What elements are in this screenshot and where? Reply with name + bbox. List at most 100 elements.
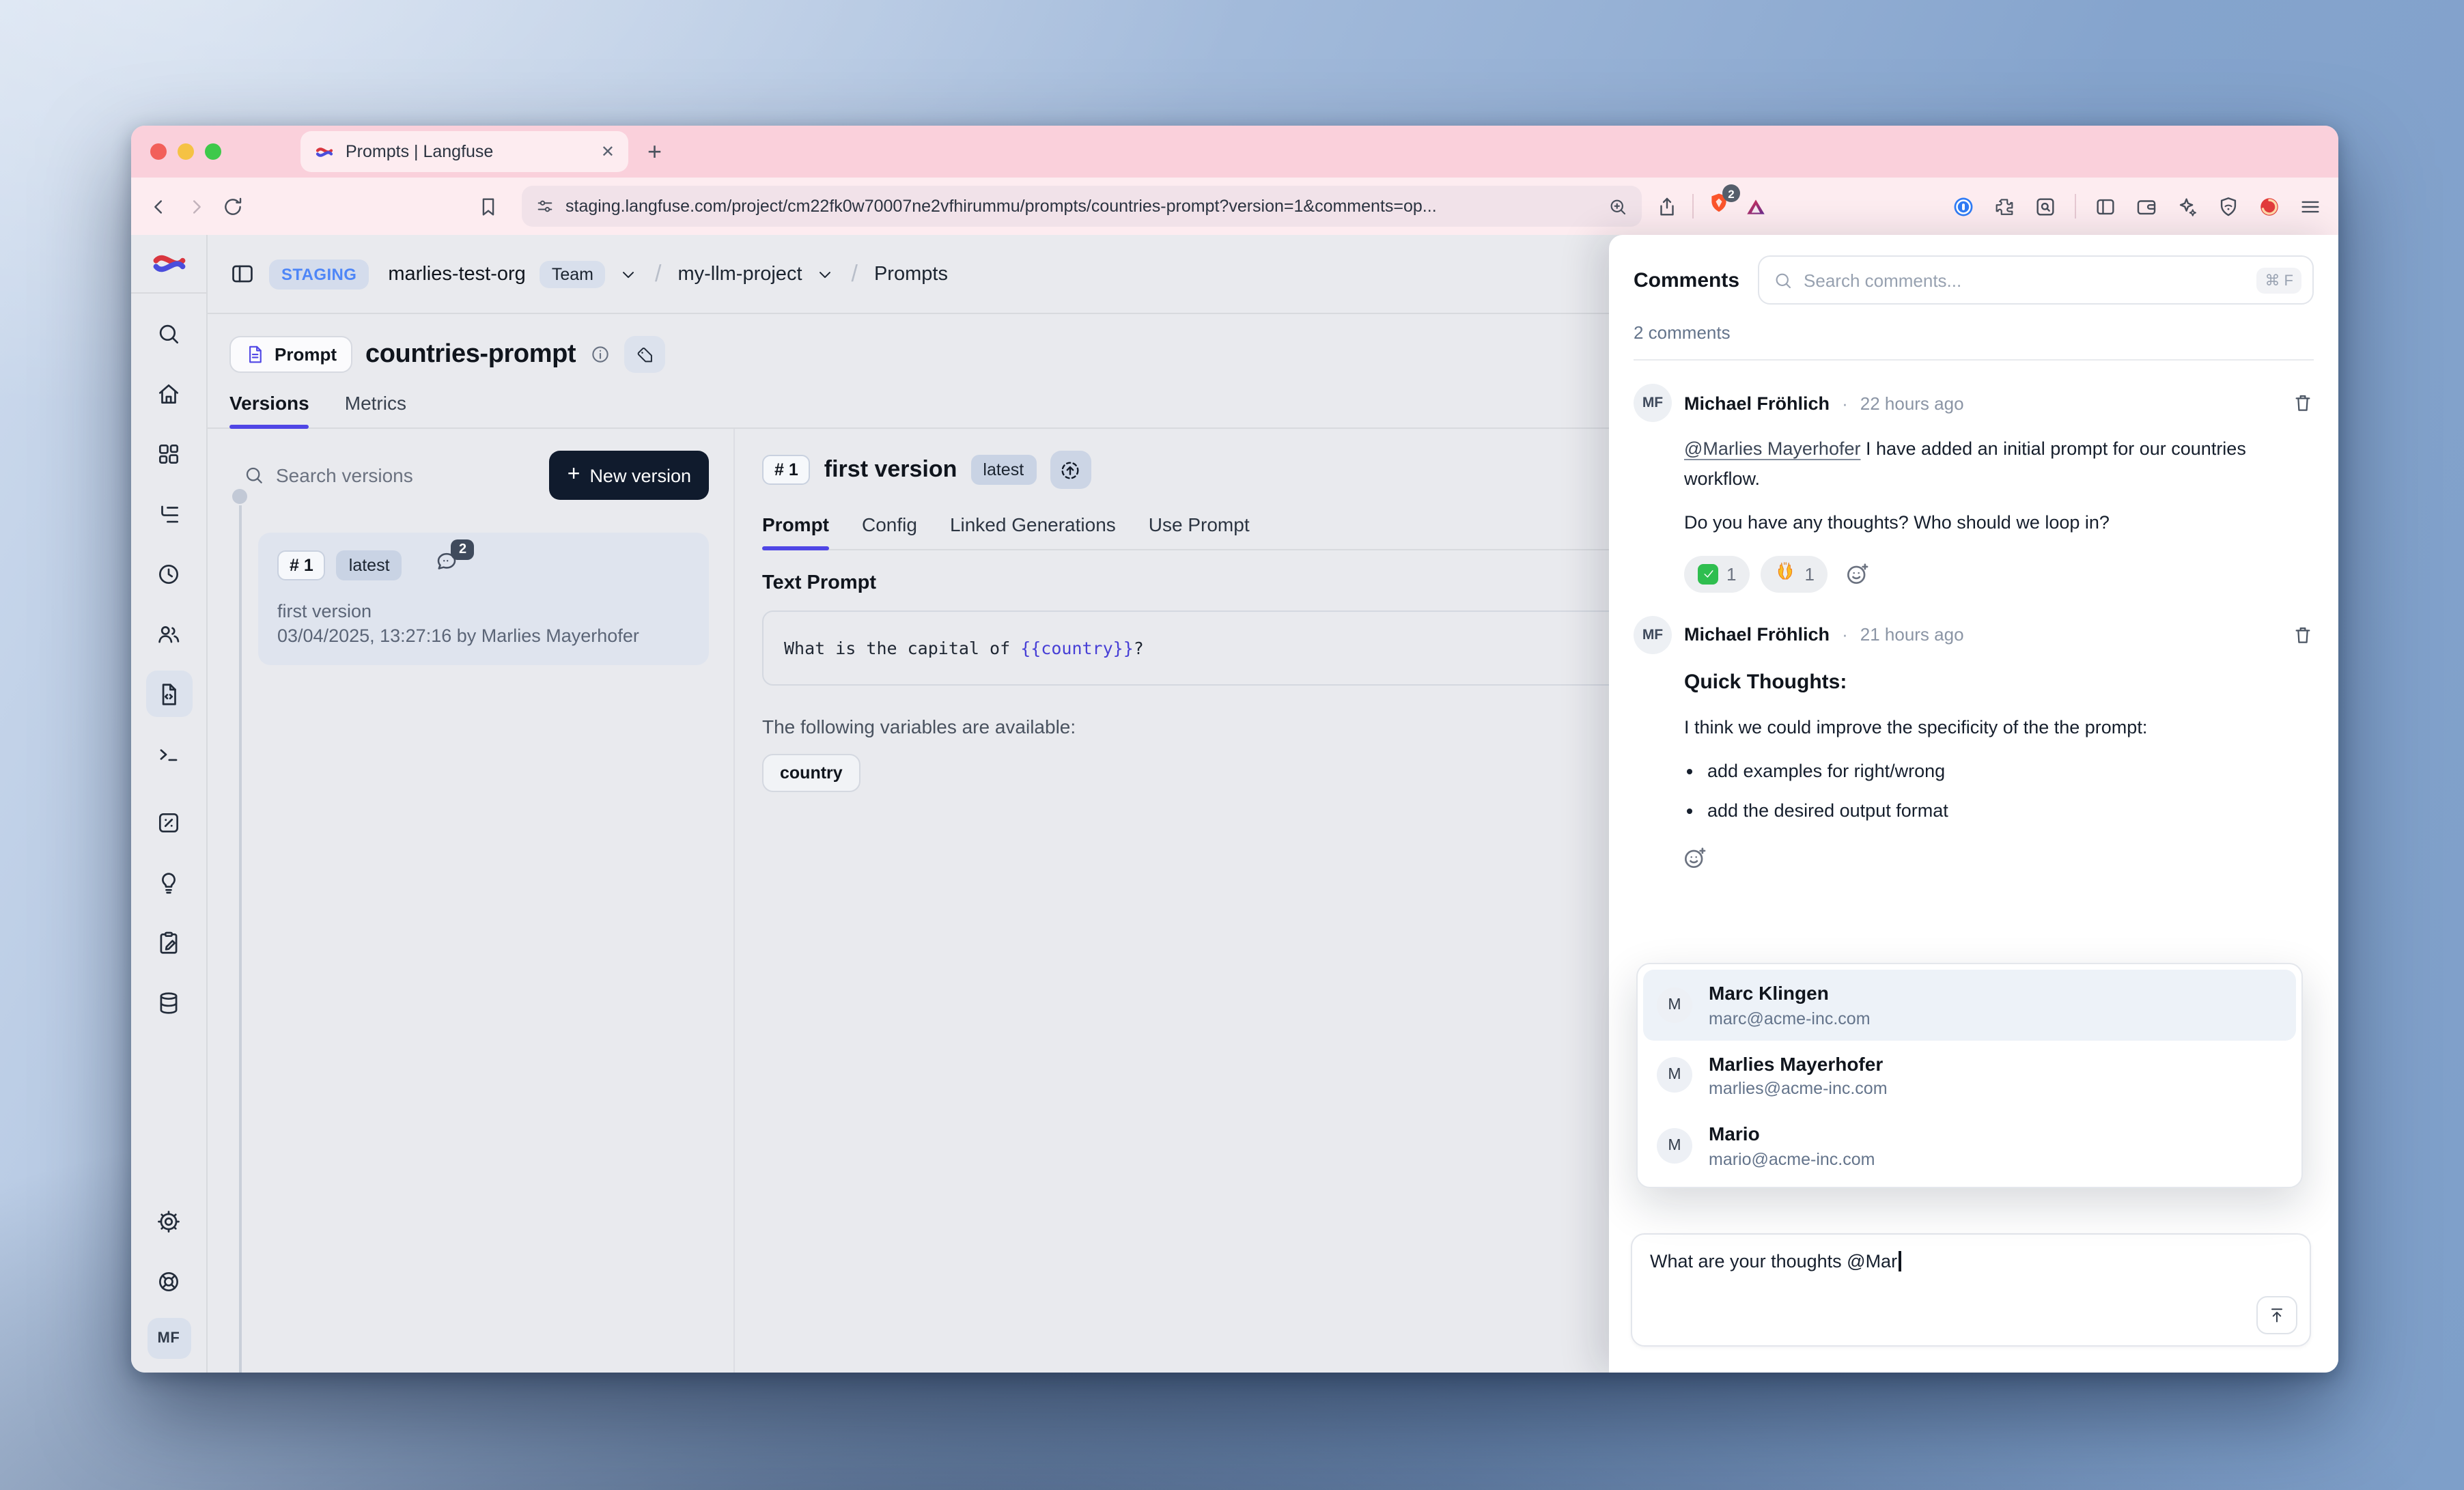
user-avatar[interactable]: MF	[147, 1318, 191, 1359]
chevron-down-icon[interactable]	[619, 264, 639, 283]
breadcrumb-org[interactable]: marlies-test-org	[388, 263, 525, 285]
langfuse-logo-icon[interactable]	[151, 246, 186, 281]
reaction-check[interactable]: 1	[1684, 555, 1750, 592]
url-bar[interactable]: staging.langfuse.com/project/cm22fk0w700…	[522, 186, 1642, 227]
zoom-page-icon[interactable]	[1608, 196, 1628, 216]
zoom-window-button[interactable]	[205, 143, 221, 160]
sidebar-item-annotation[interactable]	[145, 859, 192, 905]
delete-comment-icon[interactable]	[2292, 623, 2314, 645]
promote-dashed-circle-arrow-icon	[1059, 458, 1082, 481]
lightbulb-icon	[156, 869, 182, 895]
tags-button[interactable]	[624, 336, 664, 373]
mention-name: Marc Klingen	[1709, 982, 1871, 1006]
share-icon[interactable]	[1655, 195, 1679, 218]
bat-rewards-icon[interactable]	[1744, 195, 1767, 218]
sidebar-item-search[interactable]	[145, 310, 192, 356]
sidebar-item-users[interactable]	[145, 610, 192, 657]
tab-close-icon[interactable]: ✕	[601, 142, 615, 161]
chevron-down-icon[interactable]	[816, 264, 835, 283]
mention-email: marlies@acme-inc.com	[1709, 1079, 1888, 1098]
panel-left-toggle-icon[interactable]	[229, 261, 255, 287]
terminal-icon	[156, 741, 182, 767]
sidebar-item-database[interactable]	[145, 979, 192, 1026]
firefox-like-swirl-icon[interactable]	[2258, 195, 2281, 218]
comment-paragraph: I think we could improve the specificity…	[1684, 713, 2300, 743]
bookmark-icon[interactable]	[477, 195, 500, 218]
mention-name: Mario	[1709, 1123, 1875, 1147]
sidebar-item-tracing[interactable]	[145, 490, 192, 537]
new-version-button[interactable]: + New version	[550, 451, 709, 500]
delete-comment-icon[interactable]	[2292, 392, 2314, 414]
browser-tab-active[interactable]: Prompts | Langfuse ✕	[300, 131, 628, 172]
timeline-dot	[232, 489, 247, 504]
refresh-icon[interactable]	[221, 195, 244, 218]
search-tabs-icon[interactable]	[2034, 195, 2057, 218]
detail-tabs: Prompt Config Linked Generations Use Pro…	[762, 514, 1664, 550]
arrow-up-to-line-icon	[2267, 1306, 2286, 1325]
breadcrumb-project[interactable]: my-llm-project	[677, 263, 802, 285]
avatar: M	[1657, 987, 1692, 1023]
tab-linked-generations[interactable]: Linked Generations	[950, 514, 1116, 549]
timeline-line	[239, 505, 242, 1373]
submit-comment-button[interactable]	[2256, 1296, 2297, 1334]
comment-input[interactable]: What are your thoughts @Mar	[1631, 1233, 2311, 1347]
comment-head: MF Michael Fröhlich · 22 hours ago	[1634, 384, 2314, 422]
tab-config[interactable]: Config	[862, 514, 917, 549]
add-reaction-icon[interactable]	[1845, 561, 1871, 587]
comments-title: Comments	[1634, 268, 1739, 292]
sidebar-item-playground[interactable]	[145, 731, 192, 777]
breadcrumb-section: Prompts	[874, 263, 948, 285]
forward-icon[interactable]	[184, 195, 208, 218]
browser-tabstrip: Prompts | Langfuse ✕ +	[131, 126, 2338, 178]
sidebar-item-evaluation[interactable]	[145, 799, 192, 845]
sidebar-item-dashboards[interactable]	[145, 430, 192, 477]
brave-shield-icon[interactable]: 2	[1707, 191, 1731, 221]
tab-use-prompt[interactable]: Use Prompt	[1149, 514, 1250, 549]
info-icon[interactable]	[589, 344, 610, 365]
site-settings-icon[interactable]	[535, 197, 555, 216]
sidebar-toggle-icon[interactable]	[2094, 195, 2117, 218]
vpn-shield-icon[interactable]	[2217, 195, 2240, 218]
wallet-icon[interactable]	[2135, 195, 2158, 218]
latest-badge: latest	[337, 550, 402, 580]
sidebar-item-datasets[interactable]	[145, 919, 192, 966]
variable-chip: country	[762, 754, 860, 792]
sidebar-item-sessions[interactable]	[145, 550, 192, 597]
comments-search-input[interactable]	[1804, 270, 2245, 290]
new-tab-button[interactable]: +	[647, 137, 662, 166]
mention-link[interactable]: @Marlies Mayerhofer	[1684, 438, 1861, 459]
comments-indicator[interactable]: 2	[435, 549, 460, 580]
tab-metrics[interactable]: Metrics	[345, 392, 406, 427]
comments-search[interactable]: ⌘ F	[1757, 255, 2314, 305]
sidebar-item-support[interactable]	[145, 1258, 192, 1304]
file-code-icon	[156, 681, 182, 707]
sidebar-item-prompts[interactable]	[145, 671, 192, 717]
minimize-window-button[interactable]	[178, 143, 194, 160]
comment-item: MF Michael Fröhlich · 21 hours ago Quick…	[1634, 615, 2314, 881]
mention-option-marc[interactable]: M Marc Klingen marc@acme-inc.com	[1643, 970, 2296, 1040]
back-icon[interactable]	[148, 195, 171, 218]
add-reaction-icon[interactable]	[1681, 846, 1707, 872]
extensions-puzzle-icon[interactable]	[1993, 195, 2016, 218]
sidebar-item-home[interactable]	[145, 370, 192, 417]
promote-version-button[interactable]	[1050, 451, 1091, 489]
tab-versions[interactable]: Versions	[229, 392, 309, 427]
sidebar-item-settings[interactable]	[145, 1198, 192, 1244]
toolbar-divider-2	[2075, 194, 2076, 219]
leo-ai-sparkles-icon[interactable]	[2176, 195, 2199, 218]
tab-prompt[interactable]: Prompt	[762, 514, 829, 549]
menu-hamburger-icon[interactable]	[2299, 195, 2322, 218]
close-window-button[interactable]	[150, 143, 167, 160]
version-card[interactable]: # 1 latest 2 first version 03/04/2025, 1…	[258, 533, 709, 665]
dashboard-grid-icon	[156, 440, 182, 466]
dot-separator: ·	[1842, 393, 1848, 413]
onepassword-icon[interactable]	[1952, 195, 1975, 218]
comment-input-text: What are your thoughts @Mar	[1650, 1251, 1897, 1271]
mention-option-marlies[interactable]: M Marlies Mayerhofer marlies@acme-inc.co…	[1643, 1040, 2296, 1110]
breadcrumb-separator: /	[849, 260, 860, 287]
comment-author: Michael Fröhlich	[1684, 393, 1830, 413]
versions-search-input[interactable]	[276, 464, 440, 486]
mention-option-mario[interactable]: M Mario mario@acme-inc.com	[1643, 1110, 2296, 1181]
reaction-raised-hands[interactable]: 1	[1761, 555, 1828, 592]
tab-title: Prompts | Langfuse	[346, 142, 590, 161]
